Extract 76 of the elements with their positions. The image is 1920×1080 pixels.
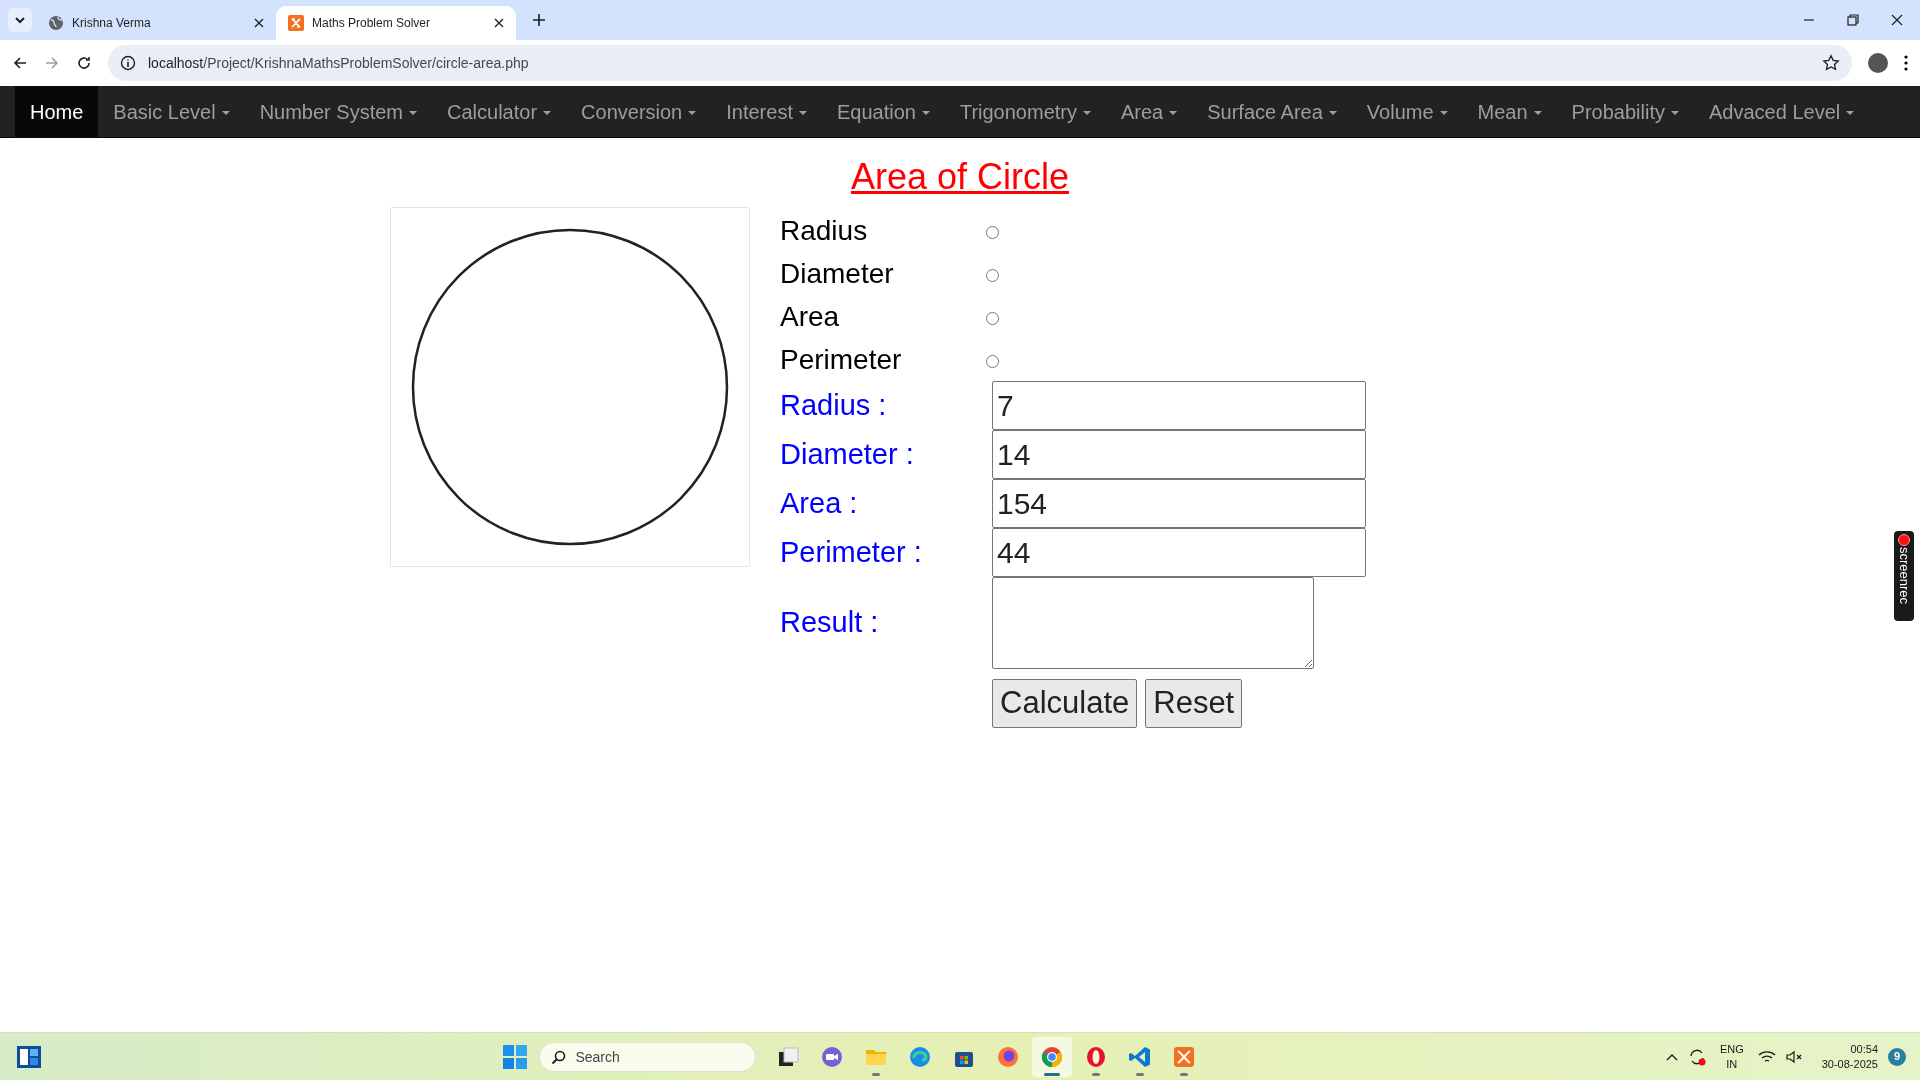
- task-view-icon: [776, 1044, 801, 1069]
- nav-link[interactable]: Home: [15, 86, 99, 137]
- widgets-icon[interactable]: [16, 1044, 42, 1069]
- forward-icon[interactable]: [44, 55, 60, 71]
- app-logo-icon: [288, 15, 304, 31]
- input-field[interactable]: 7: [992, 381, 1366, 430]
- sync-icon[interactable]: [1687, 1047, 1706, 1066]
- chevron-up-icon[interactable]: [1665, 1052, 1678, 1061]
- back-icon[interactable]: [12, 55, 28, 71]
- radio-button[interactable]: [986, 269, 999, 282]
- notification-count[interactable]: 9: [1888, 1047, 1906, 1066]
- nav-link[interactable]: Calculator: [432, 86, 567, 137]
- reload-icon[interactable]: [76, 55, 92, 71]
- taskbar-search[interactable]: Search: [539, 1041, 757, 1072]
- nav-link[interactable]: Conversion: [566, 86, 712, 137]
- clock[interactable]: 00:54 30-08-2025: [1821, 1041, 1878, 1072]
- nav-link[interactable]: Area: [1106, 86, 1193, 137]
- field-label: Perimeter :: [780, 534, 923, 570]
- option-label: Perimeter: [780, 342, 903, 377]
- option-label: Area: [780, 299, 841, 334]
- app-logo-icon: [1172, 1044, 1197, 1069]
- url-text: localhost/Project/KrishnaMathsProblemSolver/circle-area.php: [148, 53, 529, 73]
- tab-search-button[interactable]: [8, 8, 32, 32]
- nav-link[interactable]: Probability: [1556, 86, 1694, 137]
- browser-tab[interactable]: Krishna Verma: [36, 6, 276, 40]
- field-label: Diameter :: [780, 436, 915, 472]
- result-label: Result :: [780, 605, 880, 641]
- nav-link[interactable]: Number System: [244, 86, 432, 137]
- nav-link[interactable]: Advaced Level: [1694, 86, 1870, 137]
- start-icon[interactable]: [503, 1044, 528, 1069]
- new-tab-icon[interactable]: [532, 13, 546, 27]
- input-field[interactable]: 44: [992, 528, 1366, 577]
- radio-button[interactable]: [986, 312, 999, 325]
- chrome-icon: [1040, 1044, 1065, 1069]
- option-label: Radius: [780, 213, 869, 248]
- browser-tab[interactable]: Maths Problem Solver: [276, 6, 516, 40]
- speaker-muted-icon[interactable]: [1785, 1049, 1804, 1064]
- video-chat-icon: [820, 1044, 845, 1069]
- recorder-badge[interactable]: screenrec: [1894, 531, 1914, 621]
- close-tab-icon[interactable]: [254, 18, 264, 28]
- form-button[interactable]: Calculate: [992, 679, 1138, 728]
- more-icon[interactable]: [1904, 55, 1908, 71]
- close-tab-icon[interactable]: [494, 18, 504, 28]
- code-editor-icon: [1128, 1044, 1153, 1069]
- field-label: Area :: [780, 485, 859, 521]
- info-icon: [120, 55, 136, 71]
- language-indicator[interactable]: ENG IN: [1715, 1041, 1748, 1072]
- nav-link[interactable]: Interest: [711, 86, 822, 137]
- result-box[interactable]: [992, 577, 1314, 669]
- restore-icon[interactable]: [1846, 13, 1860, 27]
- record-icon: [1898, 534, 1910, 546]
- form-button[interactable]: Reset: [1145, 679, 1243, 728]
- caret-icon: [15, 16, 25, 24]
- recorder-label: screenrec: [1896, 547, 1913, 605]
- fox-globe-icon: [996, 1044, 1021, 1069]
- radio-button[interactable]: [986, 226, 999, 239]
- radio-button[interactable]: [986, 355, 999, 368]
- browser-swirl-icon: [908, 1044, 933, 1069]
- star-icon[interactable]: [1822, 54, 1840, 72]
- field-label: Radius :: [780, 387, 888, 423]
- page-title: Area of Circle: [849, 157, 1071, 197]
- nav-link[interactable]: Mean: [1462, 86, 1557, 137]
- nav-link[interactable]: Equation: [821, 86, 945, 137]
- address-bar[interactable]: localhost/Project/KrishnaMathsProblemSolver/circle-area.php: [108, 45, 1852, 81]
- close-icon[interactable]: [1890, 13, 1904, 27]
- search-icon: [551, 1049, 567, 1065]
- profile-avatar[interactable]: [1868, 53, 1888, 73]
- option-label: Diameter: [780, 256, 895, 291]
- nav-link[interactable]: Surface Area: [1192, 86, 1352, 137]
- input-field[interactable]: 14: [992, 430, 1366, 479]
- input-field[interactable]: 154: [992, 479, 1366, 528]
- nav-link[interactable]: Basic Level: [98, 86, 245, 137]
- nav-link[interactable]: Trigonometry: [944, 86, 1106, 137]
- wifi-icon[interactable]: [1757, 1049, 1776, 1064]
- nav-link[interactable]: Volume: [1351, 86, 1463, 137]
- globe-icon: [48, 15, 64, 31]
